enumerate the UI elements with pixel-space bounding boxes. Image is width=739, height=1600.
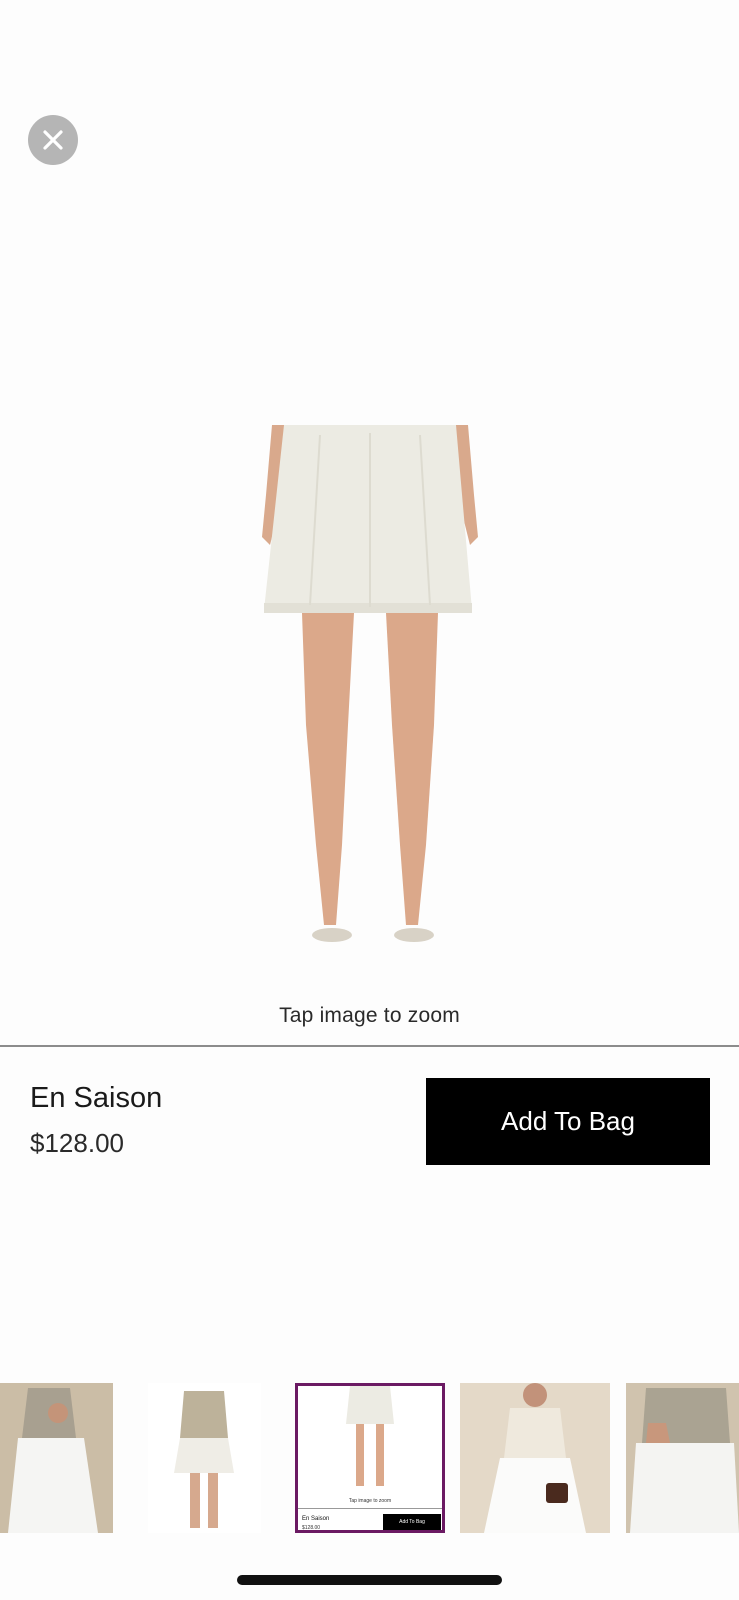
thumbnail-1[interactable] [0, 1383, 113, 1533]
thumbnail-add-button: Add To Bag [383, 1514, 441, 1530]
product-name: En Saison [30, 1082, 163, 1114]
thumbnail-strip: Tap image to zoom En Saison $128.00 Add … [0, 1383, 739, 1535]
thumbnail-zoom-hint: Tap image to zoom [348, 1498, 392, 1504]
thumbnail-divider [298, 1508, 442, 1509]
thumbnail-4[interactable] [460, 1383, 610, 1533]
close-icon [43, 130, 63, 150]
product-main-image[interactable] [250, 425, 490, 965]
add-to-bag-button[interactable]: Add To Bag [426, 1078, 710, 1165]
thumbnail-product-name: En Saison [302, 1516, 330, 1522]
thumbnail-2[interactable] [148, 1383, 261, 1533]
zoom-hint: Tap image to zoom [279, 1004, 460, 1027]
thumbnail-3-selected[interactable]: Tap image to zoom En Saison $128.00 Add … [295, 1383, 445, 1533]
product-price: $128.00 [30, 1128, 124, 1158]
home-indicator [237, 1575, 502, 1585]
divider [0, 1045, 739, 1047]
thumbnail-product-price: $128.00 [302, 1525, 321, 1531]
close-button[interactable] [28, 115, 78, 165]
thumbnail-5[interactable] [626, 1383, 739, 1533]
